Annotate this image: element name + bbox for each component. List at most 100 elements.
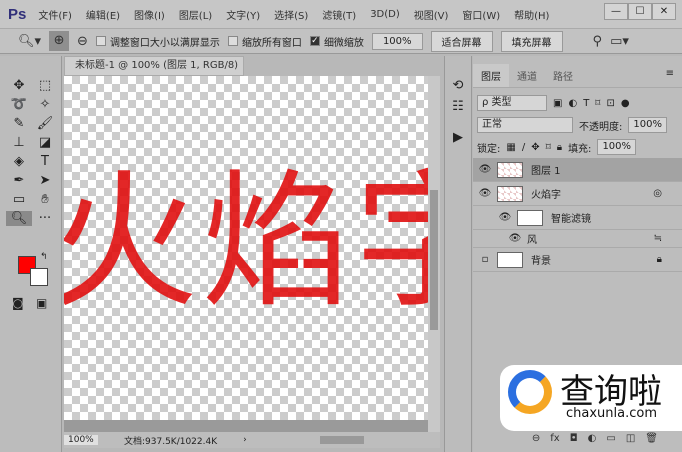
smart-filters-row[interactable]: 👁︎ 智能滤镜 [473,206,682,230]
zoom-value-field[interactable]: 100% [371,32,423,50]
status-menu-arrow[interactable]: › [243,435,247,445]
menu-help[interactable]: 帮助(H) [514,7,549,22]
menu-type[interactable]: 文字(Y) [226,7,260,22]
filter-mask-thumbnail [517,209,543,226]
workspace-icon[interactable]: ▭▾ [610,34,629,49]
canvas[interactable]: 火焰字 [64,76,428,420]
quick-mask-icon[interactable]: ◙ [12,296,24,310]
blend-mode-select[interactable]: 正常 [477,117,573,133]
eye-icon[interactable]: 👁︎ [473,188,497,199]
layer-row[interactable]: 👁︎ 火焰字 ◎ [473,182,682,206]
pen-tool-icon[interactable]: ✒ [6,173,32,188]
layer-filter-select[interactable]: ρ 类型 [477,95,547,111]
eyedropper-icon[interactable]: ✎ [6,116,32,131]
background-color-swatch[interactable] [30,268,48,286]
filter-row[interactable]: 👁︎ 风 ≒ [473,230,682,248]
opacity-field[interactable]: 100% [628,117,667,133]
document-size: 文档:937.5K/1022.4K [124,436,218,447]
marquee-tool-icon[interactable]: ⬚ [32,78,58,93]
move-tool-icon[interactable]: ✥ [6,78,32,93]
add-mask-icon[interactable]: ◘ [570,433,578,444]
filter-toggle-icon[interactable]: ● [621,98,630,109]
watermark-logo-icon [508,370,552,414]
close-button[interactable]: ✕ [652,3,676,20]
fx-icon[interactable]: fx [550,433,559,444]
filter-type-icon[interactable]: T [583,98,589,109]
bucket-tool-icon[interactable]: ◈ [6,154,32,169]
resize-windows-checkbox[interactable]: 调整窗口大小以满屏显示 [95,34,220,49]
zoom-out-icon[interactable]: ⊖ [77,34,88,49]
filter-options-icon[interactable]: ≒ [654,233,662,244]
lock-all-icon[interactable]: 🔒︎ [557,142,562,153]
filter-smart-object-icon[interactable]: ⊡ [606,98,614,109]
scrubby-zoom-checkbox[interactable]: ✓ 细微缩放 [309,34,364,49]
path-select-icon[interactable]: ➤ [32,173,58,188]
zoom-all-windows-checkbox[interactable]: 缩放所有窗口 [227,34,302,49]
screen-mode-icon[interactable]: ▣ [36,296,47,310]
hand-tool-icon[interactable]: ✋︎ [32,192,58,207]
properties-icon[interactable]: ☷ [445,99,471,114]
new-group-icon[interactable]: ▭ [606,433,615,444]
filter-adjustment-icon[interactable]: ◐ [568,98,577,109]
swap-colors-icon[interactable]: ↰ [40,252,48,262]
lock-transparent-icon[interactable]: ▦ [506,142,515,153]
magic-wand-icon[interactable]: ✧ [32,97,58,112]
minimize-button[interactable]: — [604,3,628,20]
layer-row[interactable]: 👁︎ 图层 1 [473,158,682,182]
brush-tool-icon[interactable]: 🖌︎ [32,116,58,131]
tools-panel: ✥ ⬚ ➰ ✧ ✎ 🖌︎ ⊥ ◪ ◈ T ✒ ➤ ▭ ✋︎ 🔍︎ ··· ↰ ◙ ▣ [0,56,62,452]
tab-layers[interactable]: 图层 [473,64,509,87]
menu-image[interactable]: 图像(I) [134,7,165,22]
search-icon[interactable]: ⚲ [593,34,603,49]
lock-pixels-icon[interactable]: / [522,142,525,153]
new-layer-icon[interactable]: ◫ [626,433,635,444]
zoom-tool-preset-icon[interactable]: 🔍︎▾ [18,34,41,49]
fill-field[interactable]: 100% [597,139,637,155]
adjustment-layer-icon[interactable]: ◐ [588,433,597,444]
document-tab[interactable]: 未标题-1 @ 100% (图层 1, RGB/8) * × [64,56,244,89]
fit-screen-button[interactable]: 适合屏幕 [430,30,493,52]
tab-channels[interactable]: 通道 [509,64,545,87]
tab-paths[interactable]: 路径 [545,64,581,87]
zoom-in-icon[interactable]: ⊕ [49,31,70,51]
stamp-tool-icon[interactable]: ⊥ [6,135,32,150]
eraser-tool-icon[interactable]: ◪ [32,135,58,150]
visibility-box[interactable]: ▫ [473,254,497,265]
smart-filter-icon: ◎ [653,188,662,199]
menu-bar: Ps 文件(F) 编辑(E) 图像(I) 图层(L) 文字(Y) 选择(S) 滤… [0,0,682,28]
trash-icon[interactable]: 🗑︎ [645,433,658,444]
eye-icon[interactable]: 👁︎ [473,164,497,175]
vertical-scroll-thumb[interactable] [430,190,438,330]
lock-position-icon[interactable]: ✥ [531,142,539,153]
filter-pixel-icon[interactable]: ▣ [553,98,562,109]
menu-edit[interactable]: 编辑(E) [86,7,120,22]
menu-file[interactable]: 文件(F) [38,7,72,22]
menu-select[interactable]: 选择(S) [274,7,308,22]
panel-menu-icon[interactable]: ≡ [658,64,682,87]
status-bar: 100% 文档:937.5K/1022.4K › [64,432,440,448]
lock-artboard-icon[interactable]: ⌑ [546,142,551,153]
zoom-level[interactable]: 100% [64,435,98,445]
menu-view[interactable]: 视图(V) [414,7,449,22]
lasso-tool-icon[interactable]: ➰ [6,97,32,112]
history-icon[interactable]: ⟲ [445,78,471,93]
menu-filter[interactable]: 滤镜(T) [322,7,356,22]
horizontal-scroll-thumb[interactable] [320,436,364,444]
menu-layer[interactable]: 图层(L) [179,7,212,22]
shape-tool-icon[interactable]: ▭ [6,192,32,207]
layer-row[interactable]: ▫ 背景 🔒︎ [473,248,682,272]
link-layers-icon[interactable]: ⊖ [532,433,540,444]
fill-screen-button[interactable]: 填充屏幕 [500,30,563,52]
actions-play-icon[interactable]: ▶ [445,130,471,145]
maximize-button[interactable]: ☐ [628,3,652,20]
eye-icon[interactable]: 👁︎ [493,212,517,223]
eye-icon[interactable]: 👁︎ [503,233,527,244]
layers-panel-footer: ⊖ fx ◘ ◐ ▭ ◫ 🗑︎ [473,428,682,448]
type-tool-icon[interactable]: T [32,154,58,169]
menu-3d[interactable]: 3D(D) [370,9,400,20]
filter-shape-icon[interactable]: ⌑ [595,98,600,109]
layer-thumbnail [497,161,523,178]
menu-window[interactable]: 窗口(W) [462,7,500,22]
more-tools-icon[interactable]: ··· [32,211,58,226]
zoom-tool-icon[interactable]: 🔍︎ [6,211,32,226]
